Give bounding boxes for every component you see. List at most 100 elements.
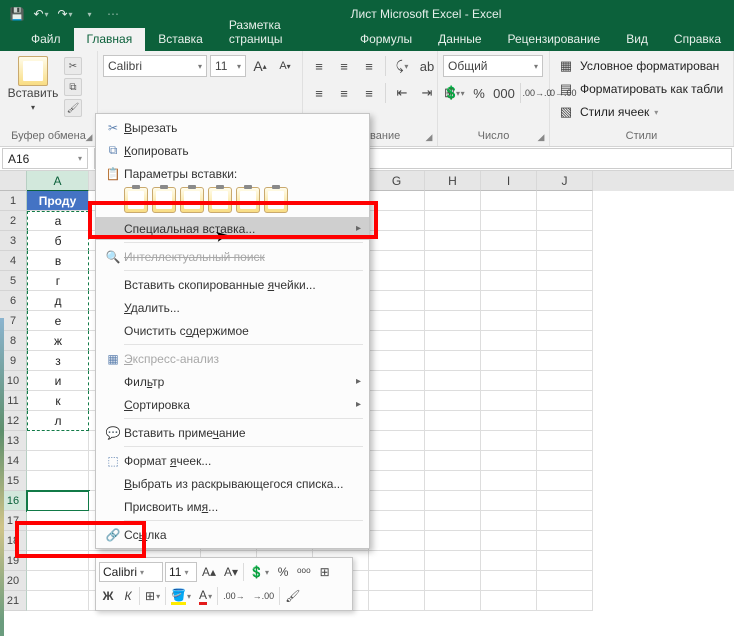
- ctx-copy[interactable]: ⧉Копировать: [96, 139, 369, 162]
- row-header-12[interactable]: 12: [0, 411, 27, 431]
- row-header-9[interactable]: 9: [0, 351, 27, 371]
- cell-H7[interactable]: [425, 311, 481, 331]
- paste-option-6-icon[interactable]: [264, 187, 288, 213]
- cell-H9[interactable]: [425, 351, 481, 371]
- row-header-8[interactable]: 8: [0, 331, 27, 351]
- cell-I2[interactable]: [481, 211, 537, 231]
- cell-H6[interactable]: [425, 291, 481, 311]
- cell-I19[interactable]: [481, 551, 537, 571]
- cell-A20[interactable]: [27, 571, 89, 591]
- align-left-icon[interactable]: ≡: [308, 82, 330, 104]
- cell-H1[interactable]: [425, 191, 481, 211]
- row-header-19[interactable]: 19: [0, 551, 27, 571]
- mini-font-color-icon[interactable]: A▾: [196, 586, 215, 606]
- cell-H10[interactable]: [425, 371, 481, 391]
- cell-G7[interactable]: [369, 311, 425, 331]
- cell-H15[interactable]: [425, 471, 481, 491]
- cell-H3[interactable]: [425, 231, 481, 251]
- mini-format-painter-icon[interactable]: 🖌: [282, 586, 303, 606]
- cell-J17[interactable]: [537, 511, 593, 531]
- row-header-7[interactable]: 7: [0, 311, 27, 331]
- cell-J16[interactable]: [537, 491, 593, 511]
- cell-G14[interactable]: [369, 451, 425, 471]
- paste-option-5-icon[interactable]: [236, 187, 260, 213]
- accounting-icon[interactable]: 💲▾: [443, 82, 465, 104]
- cell-G4[interactable]: [369, 251, 425, 271]
- ctx-insert-comment[interactable]: 💬Вставить примечание: [96, 421, 369, 444]
- cell-H16[interactable]: [425, 491, 481, 511]
- cell-A2[interactable]: а: [27, 211, 89, 231]
- cell-H5[interactable]: [425, 271, 481, 291]
- cell-I6[interactable]: [481, 291, 537, 311]
- cell-G13[interactable]: [369, 431, 425, 451]
- col-header-I[interactable]: I: [481, 171, 537, 191]
- row-header-1[interactable]: 1: [0, 191, 27, 211]
- ctx-hyperlink[interactable]: 🔗Ссылка: [96, 523, 369, 546]
- cell-J18[interactable]: [537, 531, 593, 551]
- number-dialog-launcher-icon[interactable]: ◢: [535, 132, 547, 144]
- cell-H2[interactable]: [425, 211, 481, 231]
- cell-J2[interactable]: [537, 211, 593, 231]
- cell-G6[interactable]: [369, 291, 425, 311]
- paste-option-3-icon[interactable]: [180, 187, 204, 213]
- cell-J10[interactable]: [537, 371, 593, 391]
- cell-A18[interactable]: [27, 531, 89, 551]
- ctx-sort[interactable]: Сортировка▸: [96, 393, 369, 416]
- increase-indent-icon[interactable]: ⇥: [416, 82, 438, 104]
- cell-A8[interactable]: ж: [27, 331, 89, 351]
- align-bottom-icon[interactable]: ≡: [358, 55, 380, 77]
- row-header-2[interactable]: 2: [0, 211, 27, 231]
- cell-I18[interactable]: [481, 531, 537, 551]
- mini-size-combo[interactable]: 11▾: [165, 562, 197, 582]
- cell-J21[interactable]: [537, 591, 593, 611]
- ctx-delete[interactable]: Удалить...: [96, 296, 369, 319]
- row-header-11[interactable]: 11: [0, 391, 27, 411]
- row-header-13[interactable]: 13: [0, 431, 27, 451]
- decrease-font-icon[interactable]: A▾: [274, 55, 296, 77]
- cell-H21[interactable]: [425, 591, 481, 611]
- align-right-icon[interactable]: ≡: [358, 82, 380, 104]
- row-header-4[interactable]: 4: [0, 251, 27, 271]
- cell-A9[interactable]: з: [27, 351, 89, 371]
- cell-I14[interactable]: [481, 451, 537, 471]
- mini-bold-icon[interactable]: Ж: [99, 586, 117, 606]
- tab-view[interactable]: Вид: [613, 28, 661, 51]
- tab-file[interactable]: Файл: [18, 28, 74, 51]
- mini-inc-decimal-icon[interactable]: .00→: [220, 586, 248, 606]
- mini-comma-icon[interactable]: ᵒᵒᵒ: [294, 562, 314, 582]
- row-header-17[interactable]: 17: [0, 511, 27, 531]
- percent-icon[interactable]: %: [468, 82, 490, 104]
- cell-J1[interactable]: [537, 191, 593, 211]
- tab-formulas[interactable]: Формулы: [347, 28, 425, 51]
- copy-icon[interactable]: ⧉: [64, 78, 82, 96]
- mini-increase-font-icon[interactable]: A▴: [199, 562, 219, 582]
- mini-accounting-icon[interactable]: 💲▾: [246, 562, 272, 582]
- cell-J9[interactable]: [537, 351, 593, 371]
- cell-A1[interactable]: Проду: [27, 191, 89, 211]
- cell-H17[interactable]: [425, 511, 481, 531]
- cell-I13[interactable]: [481, 431, 537, 451]
- cell-A19[interactable]: [27, 551, 89, 571]
- cell-I7[interactable]: [481, 311, 537, 331]
- col-header-H[interactable]: H: [425, 171, 481, 191]
- align-center-icon[interactable]: ≡: [333, 82, 355, 104]
- cell-H11[interactable]: [425, 391, 481, 411]
- cell-G9[interactable]: [369, 351, 425, 371]
- align-top-icon[interactable]: ≡: [308, 55, 330, 77]
- tab-review[interactable]: Рецензирование: [495, 28, 614, 51]
- format-as-table-button[interactable]: Форматировать как табли: [580, 82, 723, 96]
- cell-A17[interactable]: [27, 511, 89, 531]
- name-box[interactable]: A16▾: [2, 148, 88, 169]
- cell-G3[interactable]: [369, 231, 425, 251]
- cell-G21[interactable]: [369, 591, 425, 611]
- cell-G2[interactable]: [369, 211, 425, 231]
- cell-H8[interactable]: [425, 331, 481, 351]
- cell-A14[interactable]: [27, 451, 89, 471]
- cell-G5[interactable]: [369, 271, 425, 291]
- cell-H4[interactable]: [425, 251, 481, 271]
- cell-I15[interactable]: [481, 471, 537, 491]
- font-size-combo[interactable]: 11▾: [210, 55, 246, 77]
- cell-J5[interactable]: [537, 271, 593, 291]
- row-header-5[interactable]: 5: [0, 271, 27, 291]
- mini-dec-decimal-icon[interactable]: →.00: [250, 586, 278, 606]
